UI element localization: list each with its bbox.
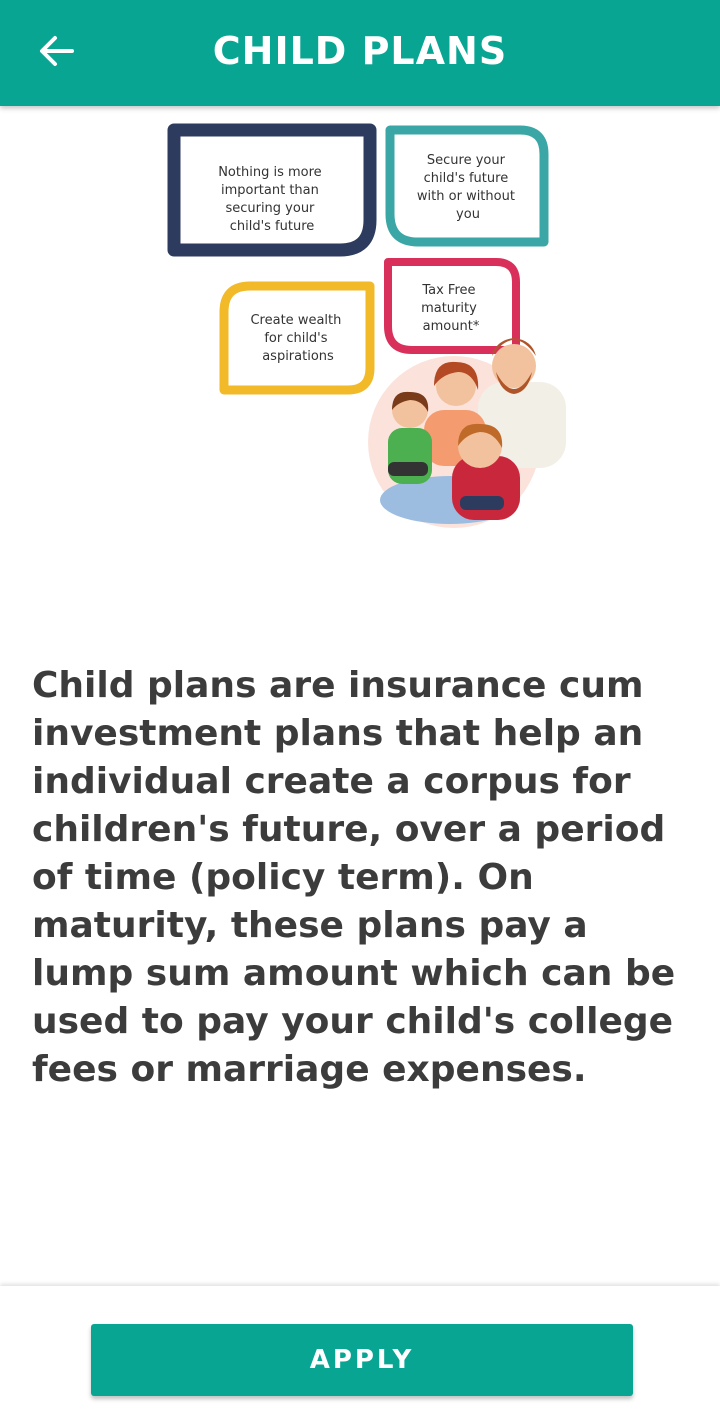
page-title: CHILD PLANS (212, 29, 508, 73)
app-bar: CHILD PLANS (0, 0, 720, 106)
family-illustration: Nothing is more important than securing … (167, 123, 566, 528)
footer-bar: APPLY (0, 1286, 720, 1428)
apply-button[interactable]: APPLY (91, 1324, 633, 1396)
description-text: Child plans are insurance cum investment… (32, 665, 676, 1090)
hero-illustration: Nothing is more important than securing … (160, 110, 580, 530)
bubble-shape-2 (385, 125, 549, 247)
bubble-text-3: Create wealth for child's aspirations (250, 313, 345, 364)
bubble-text-4: Tax Free maturity amount* (421, 283, 481, 334)
